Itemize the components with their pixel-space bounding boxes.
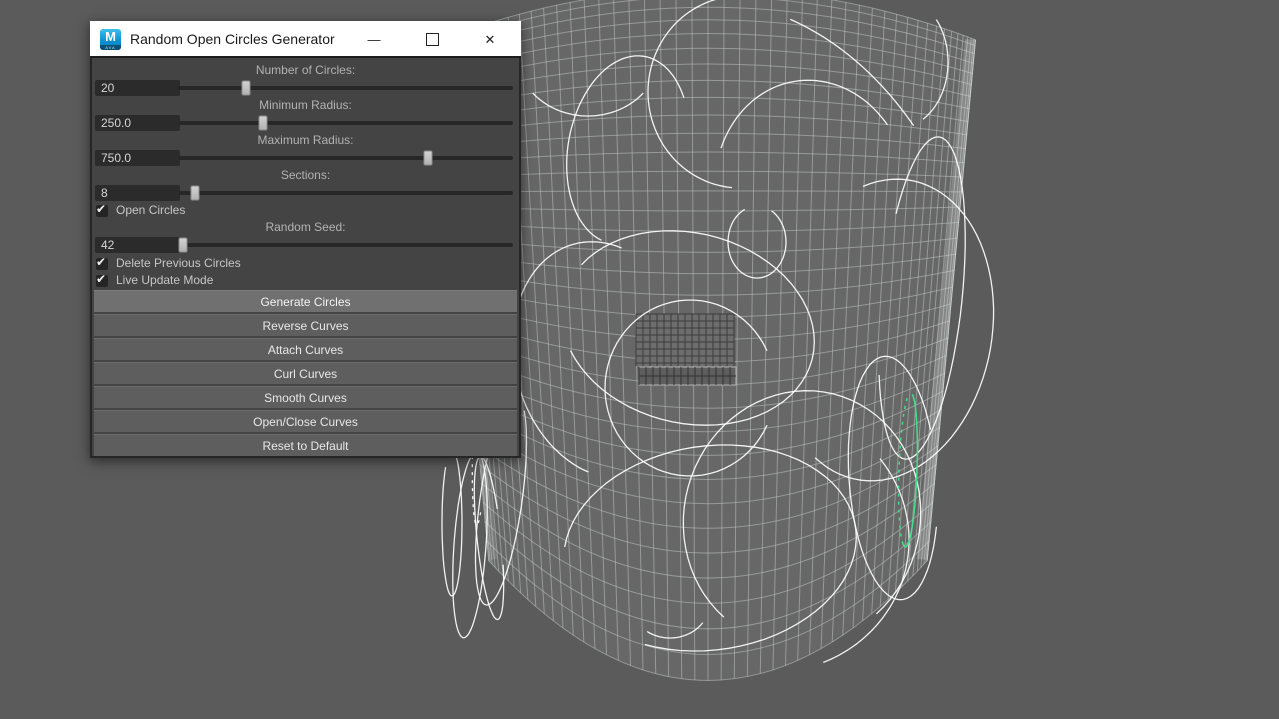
maya-icon-letter: M bbox=[105, 29, 116, 44]
attach-curves-button[interactable]: Attach Curves bbox=[94, 338, 517, 360]
min-radius-field[interactable] bbox=[95, 115, 180, 131]
delete-previous-checkbox[interactable]: ✔ bbox=[96, 254, 108, 270]
sections-slider-handle[interactable] bbox=[190, 185, 200, 201]
open-circles-checkbox-row[interactable]: ✔ Open Circles bbox=[92, 201, 519, 217]
num-circles-field[interactable] bbox=[95, 80, 180, 96]
live-update-checkbox-row[interactable]: ✔ Live Update Mode bbox=[92, 271, 519, 287]
minimize-icon: — bbox=[367, 32, 381, 47]
num-circles-slider[interactable] bbox=[178, 80, 513, 96]
max-radius-field[interactable] bbox=[95, 150, 180, 166]
reset-to-default-button[interactable]: Reset to Default bbox=[94, 434, 517, 456]
maya-icon-band: AVA bbox=[100, 45, 121, 50]
random-seed-slider[interactable] bbox=[178, 237, 513, 253]
random-seed-row bbox=[92, 236, 519, 254]
sections-slider[interactable] bbox=[178, 185, 513, 201]
check-icon: ✔ bbox=[96, 201, 107, 216]
max-radius-slider-handle[interactable] bbox=[423, 150, 433, 166]
open-circles-checkbox[interactable]: ✔ bbox=[96, 201, 108, 217]
min-radius-row bbox=[92, 114, 519, 132]
curl-curves-button[interactable]: Curl Curves bbox=[94, 362, 517, 384]
min-radius-slider[interactable] bbox=[178, 115, 513, 131]
sections-label: Sections: bbox=[280, 168, 331, 182]
button-stack: Generate Circles Reverse Curves Attach C… bbox=[92, 290, 519, 456]
close-icon: ✕ bbox=[484, 31, 496, 47]
open-circles-checkbox-label: Open Circles bbox=[116, 203, 186, 217]
check-icon: ✔ bbox=[96, 271, 107, 286]
smooth-curves-button[interactable]: Smooth Curves bbox=[94, 386, 517, 408]
sections-row bbox=[92, 184, 519, 202]
maximize-icon bbox=[425, 33, 439, 46]
max-radius-row bbox=[92, 149, 519, 167]
min-radius-label: Minimum Radius: bbox=[259, 98, 352, 112]
check-icon: ✔ bbox=[96, 254, 107, 269]
delete-previous-checkbox-label: Delete Previous Circles bbox=[116, 256, 241, 270]
num-circles-label: Number of Circles: bbox=[255, 63, 356, 77]
random-seed-slider-handle[interactable] bbox=[178, 237, 188, 253]
num-circles-row bbox=[92, 79, 519, 97]
live-update-checkbox[interactable]: ✔ bbox=[96, 271, 108, 287]
dialog-body: Number of Circles: Minimum Radius: Maxim… bbox=[90, 58, 521, 458]
reverse-curves-button[interactable]: Reverse Curves bbox=[94, 314, 517, 336]
generate-circles-button[interactable]: Generate Circles bbox=[94, 290, 517, 312]
num-circles-slider-handle[interactable] bbox=[241, 80, 251, 96]
delete-previous-checkbox-row[interactable]: ✔ Delete Previous Circles bbox=[92, 254, 519, 270]
random-circles-dialog: M AVA Random Open Circles Generator — ✕ … bbox=[90, 21, 521, 458]
minimize-button[interactable]: — bbox=[363, 21, 385, 58]
sections-field[interactable] bbox=[95, 185, 180, 201]
maya-app-icon: M AVA bbox=[100, 29, 121, 50]
maximize-button[interactable] bbox=[421, 21, 443, 58]
open-close-curves-button[interactable]: Open/Close Curves bbox=[94, 410, 517, 432]
min-radius-slider-handle[interactable] bbox=[258, 115, 268, 131]
random-seed-label: Random Seed: bbox=[265, 220, 346, 234]
max-radius-label: Maximum Radius: bbox=[257, 133, 354, 147]
random-seed-field[interactable] bbox=[95, 237, 180, 253]
close-button[interactable]: ✕ bbox=[479, 21, 501, 58]
max-radius-slider[interactable] bbox=[178, 150, 513, 166]
dialog-title: Random Open Circles Generator bbox=[130, 31, 335, 47]
dialog-titlebar[interactable]: M AVA Random Open Circles Generator — ✕ bbox=[90, 21, 521, 58]
live-update-checkbox-label: Live Update Mode bbox=[116, 273, 214, 287]
